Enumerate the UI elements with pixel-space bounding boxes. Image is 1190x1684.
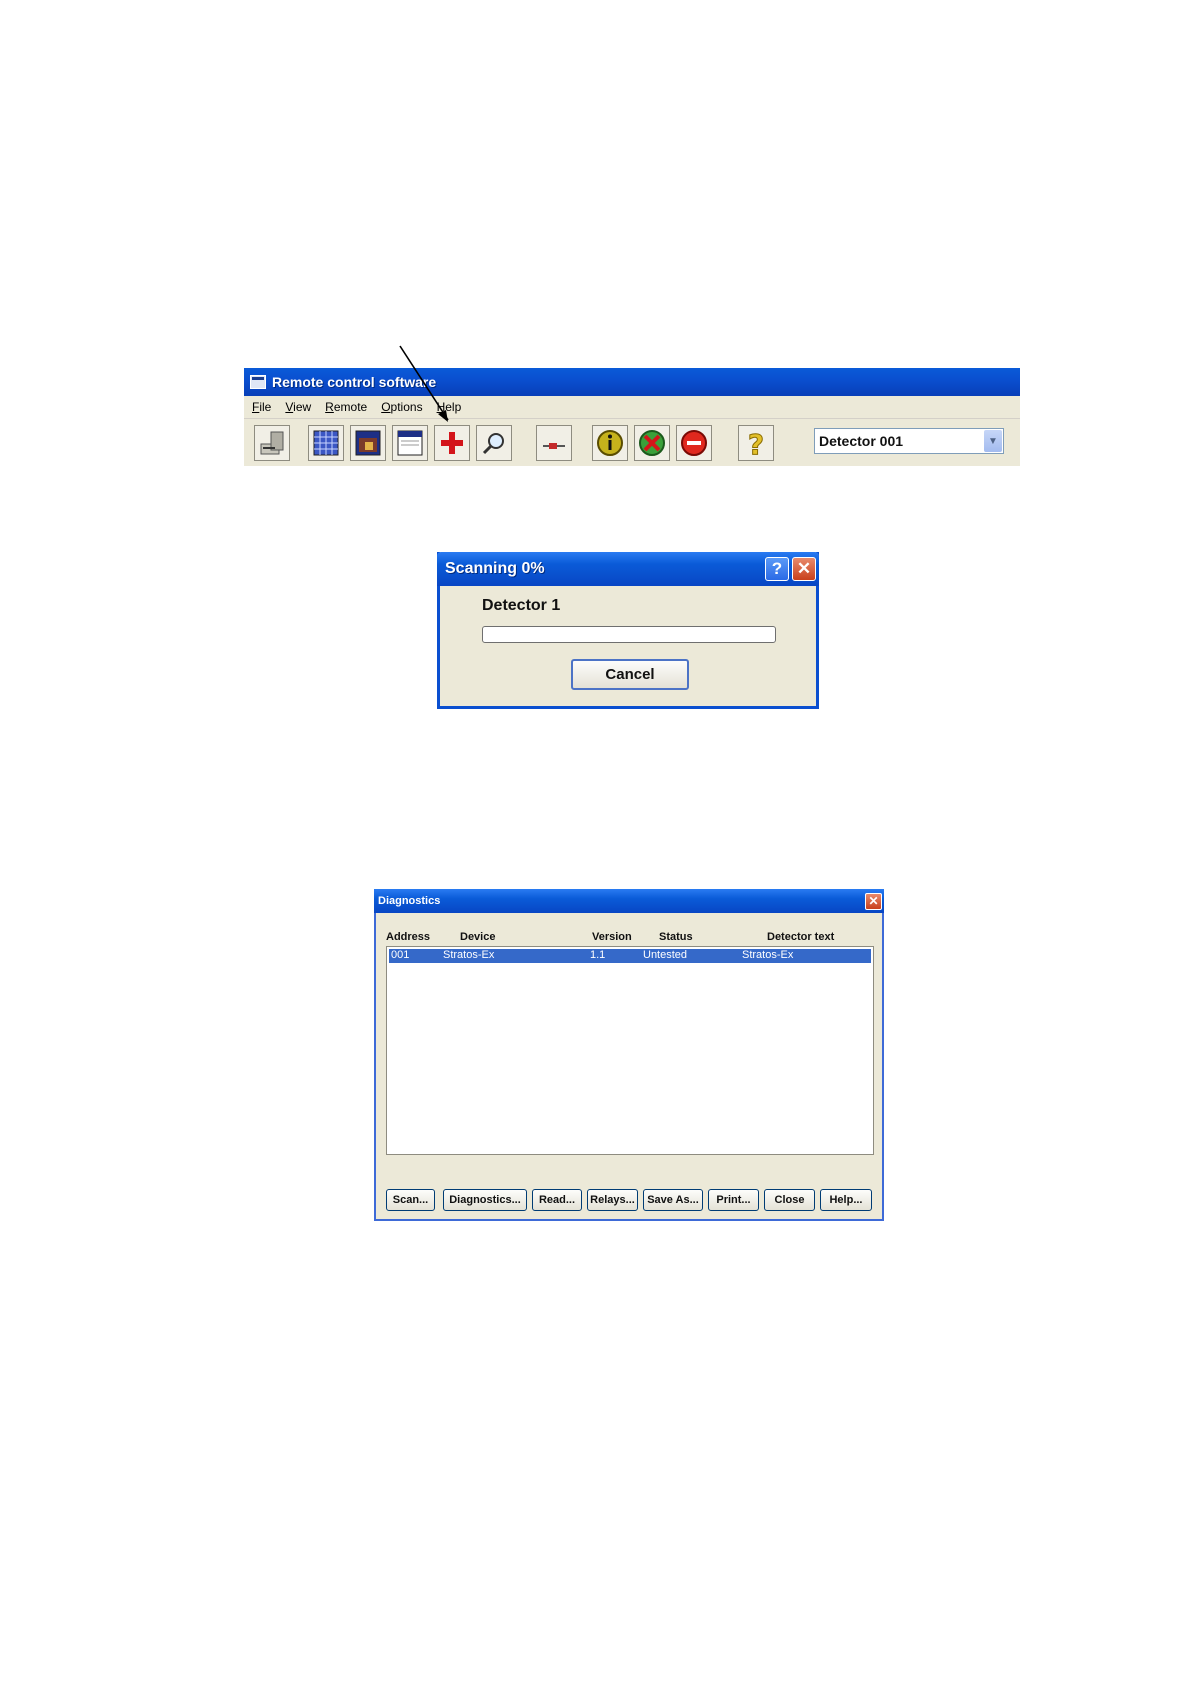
info-button[interactable] — [592, 425, 628, 461]
window-icon — [355, 430, 381, 456]
search-button[interactable] — [476, 425, 512, 461]
close-icon: ✕ — [868, 894, 879, 908]
cell-version: 1.1 — [590, 949, 606, 961]
table-row[interactable]: 001 Stratos-Ex 1.1 Untested Stratos-Ex — [389, 949, 871, 963]
cell-address: 001 — [391, 949, 410, 961]
menu-file[interactable]: File — [252, 400, 271, 414]
remove-icon — [639, 430, 665, 456]
diagnostics-title: Diagnostics — [378, 895, 441, 907]
help-icon: ? — [747, 428, 764, 458]
chevron-down-icon[interactable]: ▼ — [984, 430, 1002, 452]
exit-icon — [260, 431, 284, 455]
menu-remote[interactable]: Remote — [325, 400, 367, 414]
column-header-device[interactable]: Device — [460, 931, 495, 943]
add-scan-icon — [441, 432, 463, 454]
close-button[interactable]: ✕ — [792, 557, 816, 581]
exit-button[interactable] — [254, 425, 290, 461]
window-view-button[interactable] — [350, 425, 386, 461]
read-button[interactable]: Read... — [532, 1189, 582, 1211]
grid-view-button[interactable] — [308, 425, 344, 461]
diagnostics-window: Diagnostics ✕ Address Device Version Sta… — [374, 889, 884, 1221]
detector-list[interactable]: 001 Stratos-Ex 1.1 Untested Stratos-Ex — [386, 946, 874, 1155]
scan-button[interactable]: Scan... — [386, 1189, 435, 1211]
slider-button[interactable] — [536, 425, 572, 461]
detector-select-value: Detector 001 — [819, 433, 904, 449]
grid-view-icon — [313, 430, 339, 456]
info-icon — [597, 430, 623, 456]
cell-status: Untested — [643, 949, 688, 961]
diagnostics-close-button[interactable]: ✕ — [865, 892, 882, 910]
scan-detector-label: Detector 1 — [482, 597, 561, 614]
cell-device: Stratos-Ex — [443, 949, 495, 961]
help-dialog-button[interactable]: Help... — [820, 1189, 872, 1211]
stop-icon — [681, 430, 707, 456]
form-icon — [397, 430, 423, 456]
save-as-button[interactable]: Save As... — [643, 1189, 703, 1211]
remote-control-window: Remote control software File View Remote… — [244, 368, 1020, 466]
svg-text:?: ? — [748, 428, 764, 458]
toolbar: ? Detector 001 ▼ — [244, 419, 1020, 466]
help-question-button[interactable]: ? — [765, 557, 789, 581]
column-header-detector-text[interactable]: Detector text — [767, 931, 834, 943]
scanning-dialog: Scanning 0% ? ✕ Detector 1 Cancel — [437, 552, 819, 709]
close-icon: ✕ — [796, 559, 812, 578]
stop-button[interactable] — [676, 425, 712, 461]
menu-view[interactable]: View — [285, 400, 311, 414]
remote-control-titlebar: Remote control software — [244, 368, 1020, 396]
cell-detector-text: Stratos-Ex — [742, 949, 794, 961]
question-icon: ? — [771, 559, 783, 578]
scan-progress-bar — [482, 626, 776, 643]
app-window-icon — [250, 375, 266, 389]
detector-select[interactable]: Detector 001 ▼ — [814, 428, 1004, 454]
annotation-arrow — [399, 345, 449, 422]
menu-bar: File View Remote Options Help — [244, 396, 1020, 419]
cancel-button[interactable]: Cancel — [571, 659, 689, 690]
magnifier-icon — [482, 433, 504, 455]
diagnostics-button[interactable]: Diagnostics... — [443, 1189, 527, 1211]
scanning-dialog-titlebar: Scanning 0% ? ✕ — [437, 552, 819, 586]
close-dialog-button[interactable]: Close — [764, 1189, 815, 1211]
diagnostics-titlebar: Diagnostics ✕ — [374, 889, 884, 913]
relays-button[interactable]: Relays... — [587, 1189, 638, 1211]
help-button[interactable]: ? — [738, 425, 774, 461]
print-button[interactable]: Print... — [708, 1189, 759, 1211]
list-header: Address Device Version Status Detector t… — [386, 931, 872, 945]
column-header-version[interactable]: Version — [592, 931, 632, 943]
remove-button[interactable] — [634, 425, 670, 461]
slider-icon — [543, 443, 565, 449]
column-header-status[interactable]: Status — [659, 931, 693, 943]
scanning-dialog-title: Scanning 0% — [445, 560, 545, 577]
column-header-address[interactable]: Address — [386, 931, 430, 943]
